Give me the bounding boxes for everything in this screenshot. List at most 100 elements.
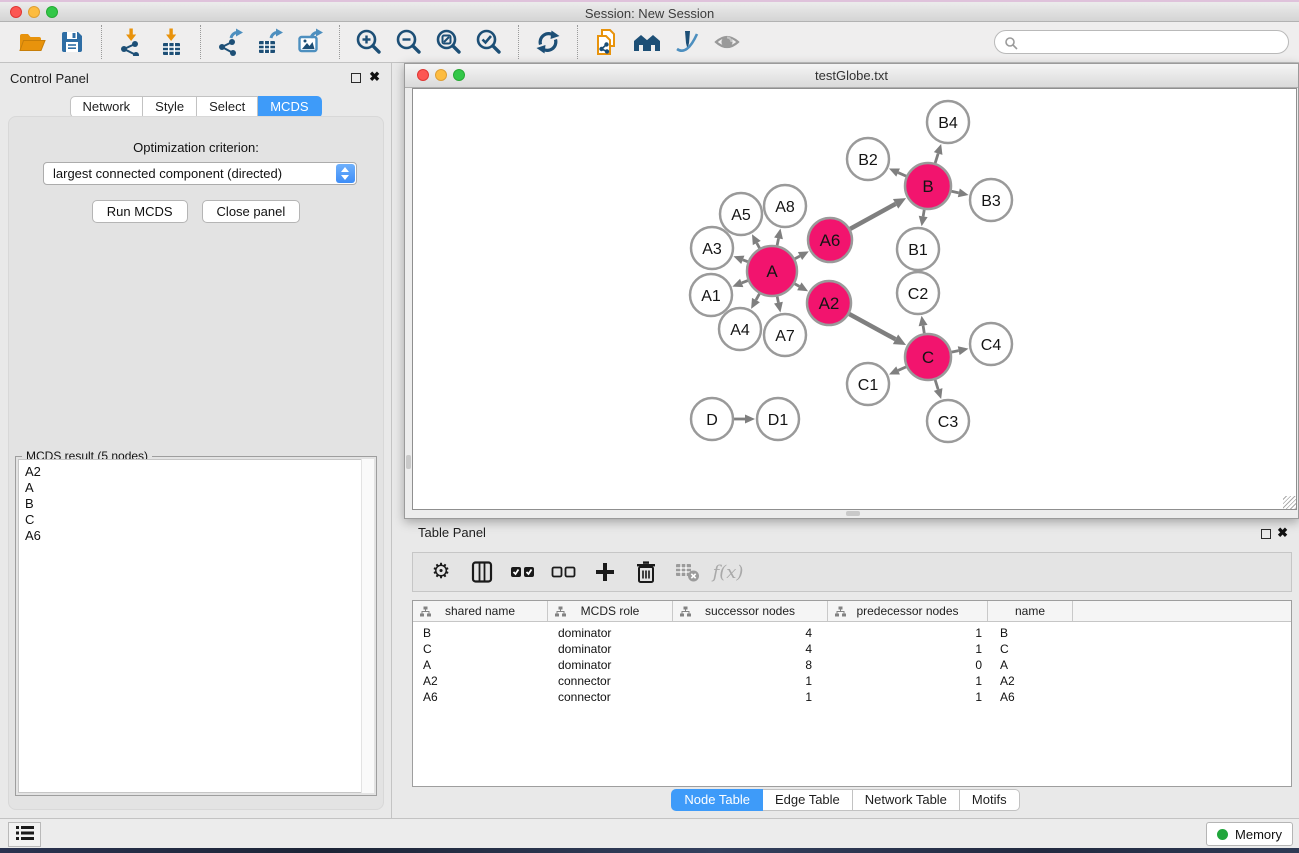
close-table-panel-icon[interactable]: ✖ — [1277, 525, 1288, 541]
zoom-in-icon[interactable] — [351, 24, 387, 60]
tab-mcds[interactable]: MCDS — [258, 96, 321, 118]
edge-C-C3[interactable] — [934, 380, 943, 399]
first-neighbors-icon[interactable] — [629, 24, 665, 60]
column-header-successor-nodes[interactable]: successor nodes — [673, 601, 828, 621]
result-item[interactable]: A — [25, 480, 373, 496]
task-history-button[interactable] — [8, 822, 41, 847]
close-panel-icon[interactable]: ✖ — [369, 69, 380, 85]
node-A6[interactable]: A6 — [808, 218, 852, 262]
edge-A-A7[interactable] — [774, 296, 783, 312]
clone-network-icon[interactable] — [589, 24, 625, 60]
node-B4[interactable]: B4 — [927, 101, 969, 143]
node-A[interactable]: A — [747, 246, 797, 296]
result-item[interactable]: B — [25, 496, 373, 512]
window-resize-grip[interactable] — [1283, 496, 1296, 509]
node-C3[interactable]: C3 — [927, 400, 969, 442]
edge-D-D1[interactable] — [734, 415, 755, 424]
export-table-icon[interactable] — [252, 24, 288, 60]
result-item[interactable]: A2 — [25, 464, 373, 480]
column-header-predecessor-nodes[interactable]: predecessor nodes — [828, 601, 988, 621]
edge-A2-C[interactable] — [849, 314, 906, 345]
result-item[interactable]: C — [25, 512, 373, 528]
run-mcds-button[interactable]: Run MCDS — [92, 200, 188, 223]
memory-button[interactable]: Memory — [1206, 822, 1293, 846]
node-B3[interactable]: B3 — [970, 179, 1012, 221]
show-graphics-details-icon[interactable] — [709, 24, 745, 60]
edge-C-C2[interactable] — [919, 316, 928, 334]
node-A7[interactable]: A7 — [764, 314, 806, 356]
node-B2[interactable]: B2 — [847, 138, 889, 180]
node-A5[interactable]: A5 — [720, 193, 762, 235]
criterion-dropdown[interactable]: largest connected component (directed) — [43, 162, 357, 185]
column-header-shared-name[interactable]: shared name — [413, 601, 548, 621]
node-C4[interactable]: C4 — [970, 323, 1012, 365]
import-table-icon[interactable] — [153, 24, 189, 60]
node-D1[interactable]: D1 — [757, 398, 799, 440]
search-input[interactable] — [1022, 33, 1280, 51]
table-row[interactable]: Cdominator41C — [413, 641, 1291, 657]
zoom-fit-icon[interactable] — [431, 24, 467, 60]
column-header-MCDS-role[interactable]: MCDS role — [548, 601, 673, 621]
edge-B-B3[interactable] — [951, 188, 968, 197]
export-network-icon[interactable] — [212, 24, 248, 60]
edge-A-A2[interactable] — [795, 282, 808, 291]
hide-annotations-icon[interactable] — [669, 24, 705, 60]
node-C2[interactable]: C2 — [897, 272, 939, 314]
add-row-icon[interactable] — [589, 556, 621, 588]
edge-C-C4[interactable] — [952, 346, 969, 355]
table-tab-network-table[interactable]: Network Table — [853, 789, 960, 811]
node-C1[interactable]: C1 — [847, 363, 889, 405]
save-session-icon[interactable] — [54, 24, 90, 60]
table-tab-node-table[interactable]: Node Table — [671, 789, 763, 811]
node-A1[interactable]: A1 — [690, 274, 732, 316]
node-B[interactable]: B — [905, 163, 951, 209]
edge-B-B2[interactable] — [889, 168, 906, 176]
edge-B-B4[interactable] — [934, 144, 943, 163]
column-browser-icon[interactable] — [466, 556, 498, 588]
node-D[interactable]: D — [691, 398, 733, 440]
select-all-icon[interactable] — [507, 556, 539, 588]
table-options-icon[interactable]: ⚙ — [425, 556, 457, 588]
network-vscroll-thumb[interactable] — [406, 455, 411, 469]
result-scrollbar[interactable] — [361, 459, 374, 793]
node-A4[interactable]: A4 — [719, 308, 761, 350]
edge-A-A6[interactable] — [795, 251, 809, 260]
tab-style[interactable]: Style — [143, 96, 197, 118]
float-panel-icon[interactable] — [351, 73, 361, 83]
edge-B-B1[interactable] — [919, 210, 928, 227]
network-canvas[interactable]: B4 B2 B B3 A8A5 A6 A3 B1 A A1 C2 A2 A4A7 C4 C C1 D D1 C3 — [412, 88, 1297, 510]
column-header-name[interactable]: name — [988, 601, 1073, 621]
node-C[interactable]: C — [905, 334, 951, 380]
edge-A-A8[interactable] — [774, 229, 783, 246]
open-file-icon[interactable] — [14, 24, 50, 60]
tab-select[interactable]: Select — [197, 96, 258, 118]
table-row[interactable]: Bdominator41B — [413, 625, 1291, 641]
edge-A-A5[interactable] — [752, 234, 761, 248]
node-A2[interactable]: A2 — [807, 281, 851, 325]
refresh-network-icon[interactable] — [530, 24, 566, 60]
network-hscroll-thumb[interactable] — [846, 511, 860, 516]
edge-A-A1[interactable] — [732, 279, 747, 287]
edge-A6-B[interactable] — [850, 198, 906, 229]
table-row[interactable]: A2connector11A2 — [413, 673, 1291, 689]
table-row[interactable]: Adominator80A — [413, 657, 1291, 673]
deselect-all-icon[interactable] — [548, 556, 580, 588]
function-builder-icon[interactable]: f(x) — [712, 556, 744, 588]
float-table-panel-icon[interactable] — [1261, 529, 1271, 539]
node-B1[interactable]: B1 — [897, 228, 939, 270]
zoom-selected-icon[interactable] — [471, 24, 507, 60]
network-window-titlebar[interactable]: testGlobe.txt — [405, 64, 1298, 88]
table-tab-edge-table[interactable]: Edge Table — [763, 789, 853, 811]
search-box[interactable] — [994, 30, 1289, 54]
table-tab-motifs[interactable]: Motifs — [960, 789, 1020, 811]
export-image-icon[interactable] — [292, 24, 328, 60]
close-panel-button[interactable]: Close panel — [202, 200, 301, 223]
node-A8[interactable]: A8 — [764, 185, 806, 227]
edge-A-A3[interactable] — [733, 256, 747, 264]
zoom-out-icon[interactable] — [391, 24, 427, 60]
delete-table-icon[interactable] — [671, 556, 703, 588]
node-A3[interactable]: A3 — [691, 227, 733, 269]
result-item[interactable]: A6 — [25, 528, 373, 544]
tab-network[interactable]: Network — [69, 96, 143, 118]
edge-C-C1[interactable] — [889, 366, 906, 374]
